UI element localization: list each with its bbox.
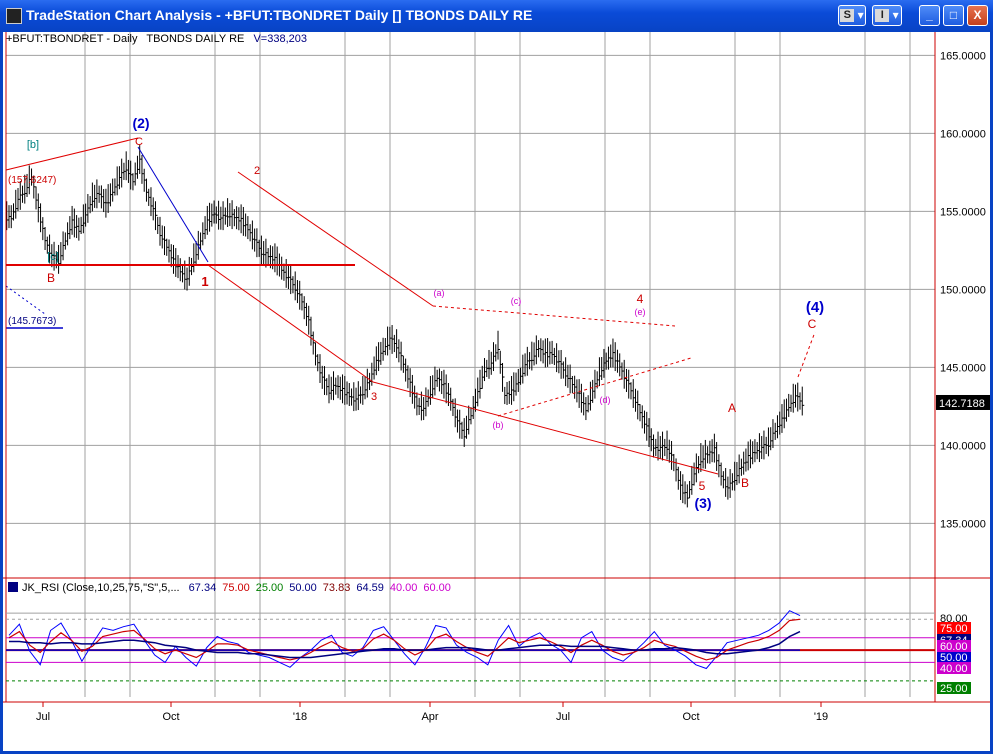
rsi-legend-value: 60.00 (423, 582, 451, 594)
wave-label: C (135, 136, 143, 148)
wave-label: (b) (493, 420, 504, 430)
volume-label: V=338,203 (253, 33, 307, 45)
wave-label: (4) (806, 299, 824, 316)
wave-label: 3 (371, 391, 377, 403)
x-tick-label: Apr (421, 711, 438, 723)
rsi-legend-value: 40.00 (389, 582, 418, 594)
window-title-bar[interactable]: TradeStation Chart Analysis - +BFUT:TBON… (0, 0, 993, 32)
wave-label: [c] (47, 251, 59, 263)
x-tick-label: Jul (556, 711, 570, 723)
maximize-button[interactable]: □ (943, 5, 964, 26)
tradestation-app-icon[interactable] (6, 8, 22, 24)
wave-label: 2 (254, 165, 260, 177)
symbol-name-label: TBONDS DAILY RE (146, 33, 245, 45)
rsi-indicator-name: JK_RSI (Close,10,25,75,"S",5,... (22, 582, 180, 594)
trendline (237, 171, 434, 307)
current-price-label: 142.7188 (939, 398, 985, 410)
wave-label: [b] (27, 139, 39, 151)
y-tick-label: 140.0000 (940, 440, 986, 452)
wave-label: B (741, 476, 749, 490)
wave-label: (2) (132, 115, 149, 131)
style-menu-button[interactable]: S ▾ (838, 5, 866, 26)
trendline (372, 381, 719, 475)
trendline (5, 285, 46, 315)
chart-canvas[interactable]: (157.6247) (145.7673) (2) C [b] [c] B 1 2 3 (a) (b)… (3, 32, 990, 751)
rsi-legend-value: 67.34 (188, 582, 217, 594)
rsi-legend-value: 73.83 (322, 582, 351, 594)
chevron-down-icon: ▾ (854, 8, 864, 22)
rsi-value-label: 75.00 (940, 623, 968, 635)
y-tick-label: 150.0000 (940, 284, 986, 296)
price-pane-header: +BFUT:TBONDRET - Daily TBONDS DAILY RE V… (6, 33, 313, 45)
rsi-legend: JK_RSI (Close,10,25,75,"S",5,... 67.34 75… (8, 582, 457, 594)
x-tick-label: Jul (36, 711, 50, 723)
high-price-marker: (157.6247) (8, 175, 56, 186)
wave-trendlines (5, 137, 816, 475)
wave-label: A (728, 401, 736, 415)
rsi-legend-swatch (8, 582, 18, 592)
rsi-legend-value: 50.00 (289, 582, 317, 594)
rsi-value-label: 40.00 (940, 663, 968, 675)
wave-label: B (47, 271, 55, 285)
y-tick-label: 135.0000 (940, 518, 986, 530)
trendline (5, 137, 139, 171)
wave-label: (c) (511, 296, 522, 306)
rsi-value-label: 25.00 (940, 683, 968, 695)
wave-label: (d) (600, 395, 611, 405)
x-tick-label: Oct (162, 711, 179, 723)
rsi-legend-value: 64.59 (356, 582, 384, 594)
chart-window[interactable]: (157.6247) (145.7673) (2) C [b] [c] B 1 2 3 (a) (b)… (0, 32, 993, 754)
rsi-legend-value: 75.00 (222, 582, 250, 594)
wave-label: 4 (637, 292, 644, 306)
rsi-legend-value: 25.00 (255, 582, 284, 594)
window-title: TradeStation Chart Analysis - +BFUT:TBON… (26, 7, 533, 23)
wave-label: 5 (699, 479, 706, 493)
x-tick-label: Oct (682, 711, 699, 723)
symbol-label: +BFUT:TBONDRET - Daily (6, 33, 138, 45)
wave-label: C (808, 317, 817, 331)
wave-label: (a) (434, 288, 445, 298)
y-tick-label: 165.0000 (940, 50, 986, 62)
y-tick-label: 145.0000 (940, 362, 986, 374)
y-tick-label: 155.0000 (940, 206, 986, 218)
y-tick-label: 160.0000 (940, 128, 986, 140)
x-tick-label: '19 (814, 711, 828, 723)
minimize-button[interactable]: _ (919, 5, 940, 26)
low-price-marker: (145.7673) (8, 316, 56, 327)
price-grid (6, 32, 935, 697)
chevron-down-icon: ▾ (889, 8, 899, 22)
rsi-value-label: 60.00 (940, 641, 968, 653)
trendline (797, 331, 816, 378)
wave-label: (e) (635, 307, 646, 317)
indicator-menu-button[interactable]: I ▾ (872, 5, 902, 26)
price-bars (6, 145, 805, 508)
x-tick-label: '18 (293, 711, 307, 723)
wave-label: 1 (201, 274, 208, 289)
rsi-pane[interactable] (6, 610, 935, 682)
close-button[interactable]: X (967, 5, 988, 26)
wave-label: (3) (694, 495, 711, 511)
